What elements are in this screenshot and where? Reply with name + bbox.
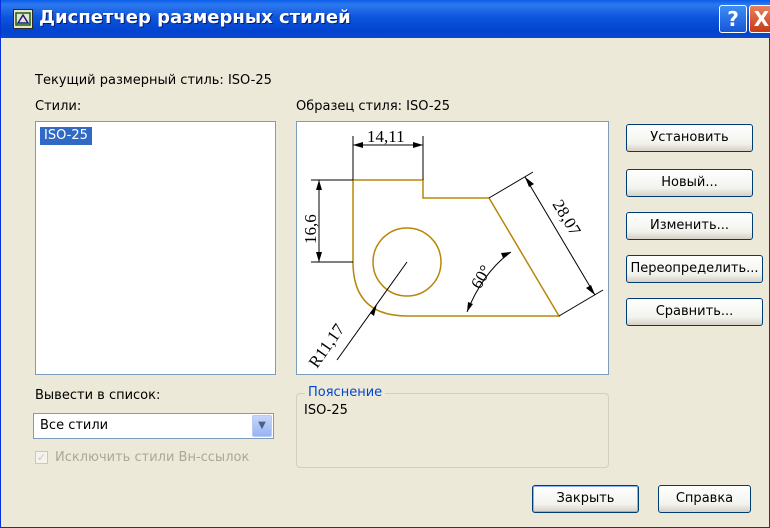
- help-button[interactable]: Справка: [658, 485, 751, 513]
- description-legend: Пояснение: [305, 385, 386, 401]
- preview-drawing: 14,11 16,6 28,07 60° R11,17: [301, 127, 604, 371]
- styles-listbox[interactable]: ISO-25: [35, 121, 276, 375]
- styles-label: Стили:: [35, 99, 82, 114]
- dim-radius: R11,17: [305, 320, 349, 371]
- list-filter-select[interactable]: Все стили ▼: [33, 413, 274, 439]
- list-item[interactable]: ISO-25: [40, 127, 92, 145]
- override-style-button[interactable]: Переопределить...: [626, 255, 763, 283]
- exclude-xref-label: Исключить стили Вн-ссылок: [55, 450, 250, 465]
- description-text: ISO-25: [304, 403, 348, 418]
- current-style-label: Текущий размерный стиль: ISO-25: [35, 73, 272, 88]
- window-title: Диспетчер размерных стилей: [39, 7, 351, 28]
- dim-slant: 28,07: [549, 196, 585, 239]
- app-icon: [13, 9, 33, 29]
- modify-style-button[interactable]: Изменить...: [626, 212, 753, 240]
- dimension-style-manager-window: Диспетчер размерных стилей ? X Текущий р…: [0, 0, 770, 528]
- close-button[interactable]: Закрыть: [532, 485, 639, 513]
- style-preview: 14,11 16,6 28,07 60° R11,17: [296, 121, 609, 375]
- set-current-button[interactable]: Установить: [626, 124, 753, 152]
- list-filter-label: Вывести в список:: [35, 388, 161, 403]
- titlebar[interactable]: Диспетчер размерных стилей ? X: [1, 0, 770, 38]
- list-filter-value: Все стили: [40, 418, 109, 433]
- close-icon[interactable]: X: [749, 5, 770, 33]
- dim-height-left: 16,6: [301, 214, 320, 244]
- help-icon[interactable]: ?: [719, 5, 747, 33]
- new-style-button[interactable]: Новый...: [626, 169, 753, 197]
- dim-width-top: 14,11: [367, 127, 405, 146]
- chevron-down-icon[interactable]: ▼: [252, 415, 272, 437]
- dim-angle: 60°: [467, 262, 495, 292]
- part-outline: [352, 179, 561, 317]
- exclude-xref-checkbox[interactable]: ✓: [35, 451, 48, 464]
- compare-styles-button[interactable]: Сравнить...: [626, 298, 763, 326]
- preview-label: Образец стиля: ISO-25: [296, 99, 451, 114]
